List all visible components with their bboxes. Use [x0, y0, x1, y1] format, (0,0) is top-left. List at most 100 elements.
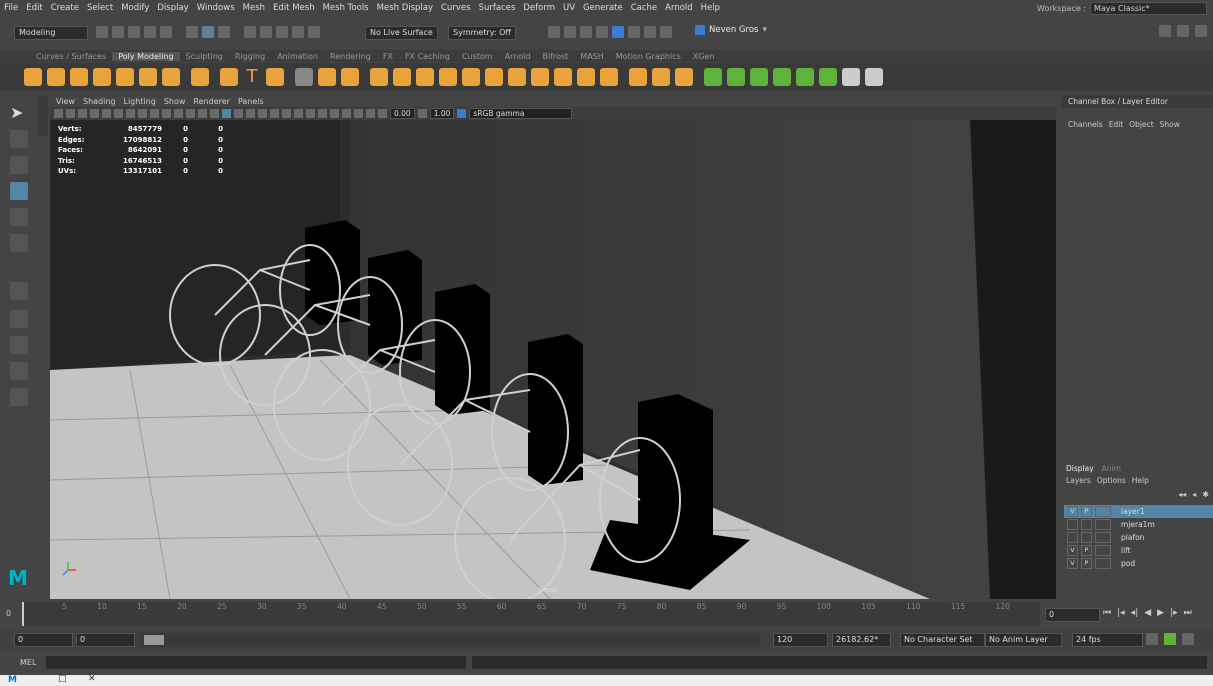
snap-curve-icon[interactable] — [260, 26, 272, 38]
platonic-solid-icon[interactable] — [191, 68, 209, 86]
layer-playback-toggle[interactable] — [1081, 532, 1092, 543]
select-tool-icon[interactable]: ➤ — [10, 104, 28, 122]
uv-editor-icon[interactable] — [704, 68, 722, 86]
auto-key-icon[interactable] — [1164, 633, 1176, 645]
grid-icon[interactable] — [126, 109, 135, 118]
character-set-dropdown[interactable]: No Character Set — [900, 633, 985, 647]
layer-row-lift[interactable]: V P lift — [1064, 544, 1213, 557]
animation-end-field[interactable]: 26182.62* — [832, 633, 891, 647]
xray-joints-icon[interactable] — [354, 109, 363, 118]
anim-prefs-icon[interactable] — [1182, 633, 1194, 645]
anti-aliasing-icon[interactable] — [306, 109, 315, 118]
snap-grid-icon[interactable] — [244, 26, 256, 38]
move-layer-down-icon[interactable]: ◂ — [1192, 490, 1196, 499]
shelf-tab-curves-surfaces[interactable]: Curves / Surfaces — [30, 52, 112, 61]
shelf-tab-sculpting[interactable]: Sculpting — [180, 52, 229, 61]
unfold-uv-icon[interactable] — [796, 68, 814, 86]
toggle-channel-box-icon[interactable] — [1195, 25, 1207, 37]
persp-graph-layout-icon[interactable] — [10, 362, 28, 380]
quad-draw-icon[interactable] — [508, 68, 526, 86]
user-account[interactable]: Neven Gros ▾ — [695, 25, 767, 35]
restore-icon[interactable]: □ — [58, 674, 67, 684]
layer-color-swatch[interactable] — [1095, 532, 1111, 543]
layer-visibility-toggle[interactable] — [1067, 532, 1078, 543]
layer-playback-toggle[interactable]: P — [1081, 545, 1092, 556]
rotate-tool-icon[interactable] — [10, 208, 28, 226]
append-polygon-icon[interactable] — [554, 68, 572, 86]
layer-visibility-toggle[interactable]: V — [1067, 506, 1078, 517]
range-slider[interactable] — [140, 633, 760, 647]
new-layer-icon[interactable]: ✱ — [1202, 490, 1209, 499]
viewport-menu-view[interactable]: View — [56, 97, 75, 106]
paint-select-tool-icon[interactable] — [10, 156, 28, 174]
step-back-key-icon[interactable]: |◂ — [1117, 608, 1125, 618]
menu-help[interactable]: Help — [697, 3, 724, 13]
toggle-attribute-editor-icon[interactable] — [1177, 25, 1189, 37]
combine-icon[interactable] — [295, 68, 313, 86]
tab-anim[interactable]: Anim — [1102, 464, 1121, 473]
type-tool-icon[interactable]: T — [243, 68, 261, 86]
view-transform-dropdown[interactable]: sRGB gamma — [469, 108, 573, 119]
screen-space-ao-icon[interactable] — [282, 109, 291, 118]
mode-dropdown[interactable]: Modeling — [14, 26, 88, 40]
viewport-menu-renderer[interactable]: Renderer — [193, 97, 230, 106]
current-time-marker[interactable] — [22, 602, 24, 626]
render-frame-icon[interactable] — [548, 26, 560, 38]
menu-generate[interactable]: Generate — [579, 3, 627, 13]
layer-playback-toggle[interactable]: P — [1081, 506, 1092, 517]
safe-title-icon[interactable] — [198, 109, 207, 118]
four-view-layout-icon[interactable] — [10, 310, 28, 328]
menu-select[interactable]: Select — [83, 3, 117, 13]
menu-create[interactable]: Create — [47, 3, 83, 13]
time-slider[interactable]: 5 10 15 20 25 30 35 40 45 50 55 60 65 70 75 80 85 90 95 100… — [0, 602, 1213, 626]
automatic-map-icon[interactable] — [773, 68, 791, 86]
layer-visibility-toggle[interactable]: V — [1067, 558, 1078, 569]
layer-color-swatch[interactable] — [1095, 519, 1111, 530]
shelf-tab-custom[interactable]: Custom — [456, 52, 499, 61]
planar-map-icon[interactable] — [727, 68, 745, 86]
menu-display[interactable]: Display — [153, 3, 192, 13]
select-hierarchy-icon[interactable] — [186, 26, 198, 38]
layer-playback-toggle[interactable]: P — [1081, 558, 1092, 569]
cb-menu-object[interactable]: Object — [1129, 120, 1153, 129]
shelf-tab-fx[interactable]: FX — [377, 52, 399, 61]
edge-flow-icon[interactable] — [675, 68, 693, 86]
2d-pan-zoom-icon[interactable] — [102, 109, 111, 118]
shelf-tab-arnold[interactable]: Arnold — [499, 52, 537, 61]
separate-icon[interactable] — [318, 68, 336, 86]
playback-end-field[interactable]: 120 — [773, 633, 828, 647]
app-icon[interactable]: M — [8, 675, 17, 685]
bridge-icon[interactable] — [416, 68, 434, 86]
playback-start-field[interactable]: 0 — [76, 633, 135, 647]
depth-of-field-icon[interactable] — [318, 109, 327, 118]
poly-plane-icon[interactable] — [139, 68, 157, 86]
exposure-field[interactable]: 0.00 — [390, 108, 415, 119]
field-chart-icon[interactable] — [174, 109, 183, 118]
select-component-icon[interactable] — [218, 26, 230, 38]
image-plane-icon[interactable] — [90, 109, 99, 118]
smooth-shade-icon[interactable] — [222, 109, 231, 118]
poly-cylinder-icon[interactable] — [70, 68, 88, 86]
isolate-select-icon[interactable] — [330, 109, 339, 118]
layer-row-plafon[interactable]: plafon — [1064, 531, 1213, 544]
xray-icon[interactable] — [342, 109, 351, 118]
menu-cache[interactable]: Cache — [627, 3, 661, 13]
bookmarks-icon[interactable] — [78, 109, 87, 118]
select-object-icon[interactable] — [202, 26, 214, 38]
menu-mesh[interactable]: Mesh — [239, 3, 269, 13]
shelf-tab-animation[interactable]: Animation — [271, 52, 324, 61]
play-forwards-icon[interactable]: ▶ — [1157, 608, 1164, 618]
menu-deform[interactable]: Deform — [519, 3, 559, 13]
layer-visibility-toggle[interactable] — [1067, 519, 1078, 530]
move-tool-icon[interactable] — [10, 182, 28, 200]
motion-blur-icon[interactable] — [294, 109, 303, 118]
anim-layer-dropdown[interactable]: No Anim Layer — [985, 633, 1062, 647]
poly-torus-icon[interactable] — [116, 68, 134, 86]
hypershade-icon[interactable] — [596, 26, 608, 38]
shelf-tab-rendering[interactable]: Rendering — [324, 52, 377, 61]
shelf-tab-xgen[interactable]: XGen — [687, 52, 721, 61]
reduce-icon[interactable] — [600, 68, 618, 86]
fps-dropdown[interactable]: 24 fps — [1072, 633, 1143, 647]
cb-menu-channels[interactable]: Channels — [1068, 120, 1103, 129]
new-scene-icon[interactable] — [96, 26, 108, 38]
